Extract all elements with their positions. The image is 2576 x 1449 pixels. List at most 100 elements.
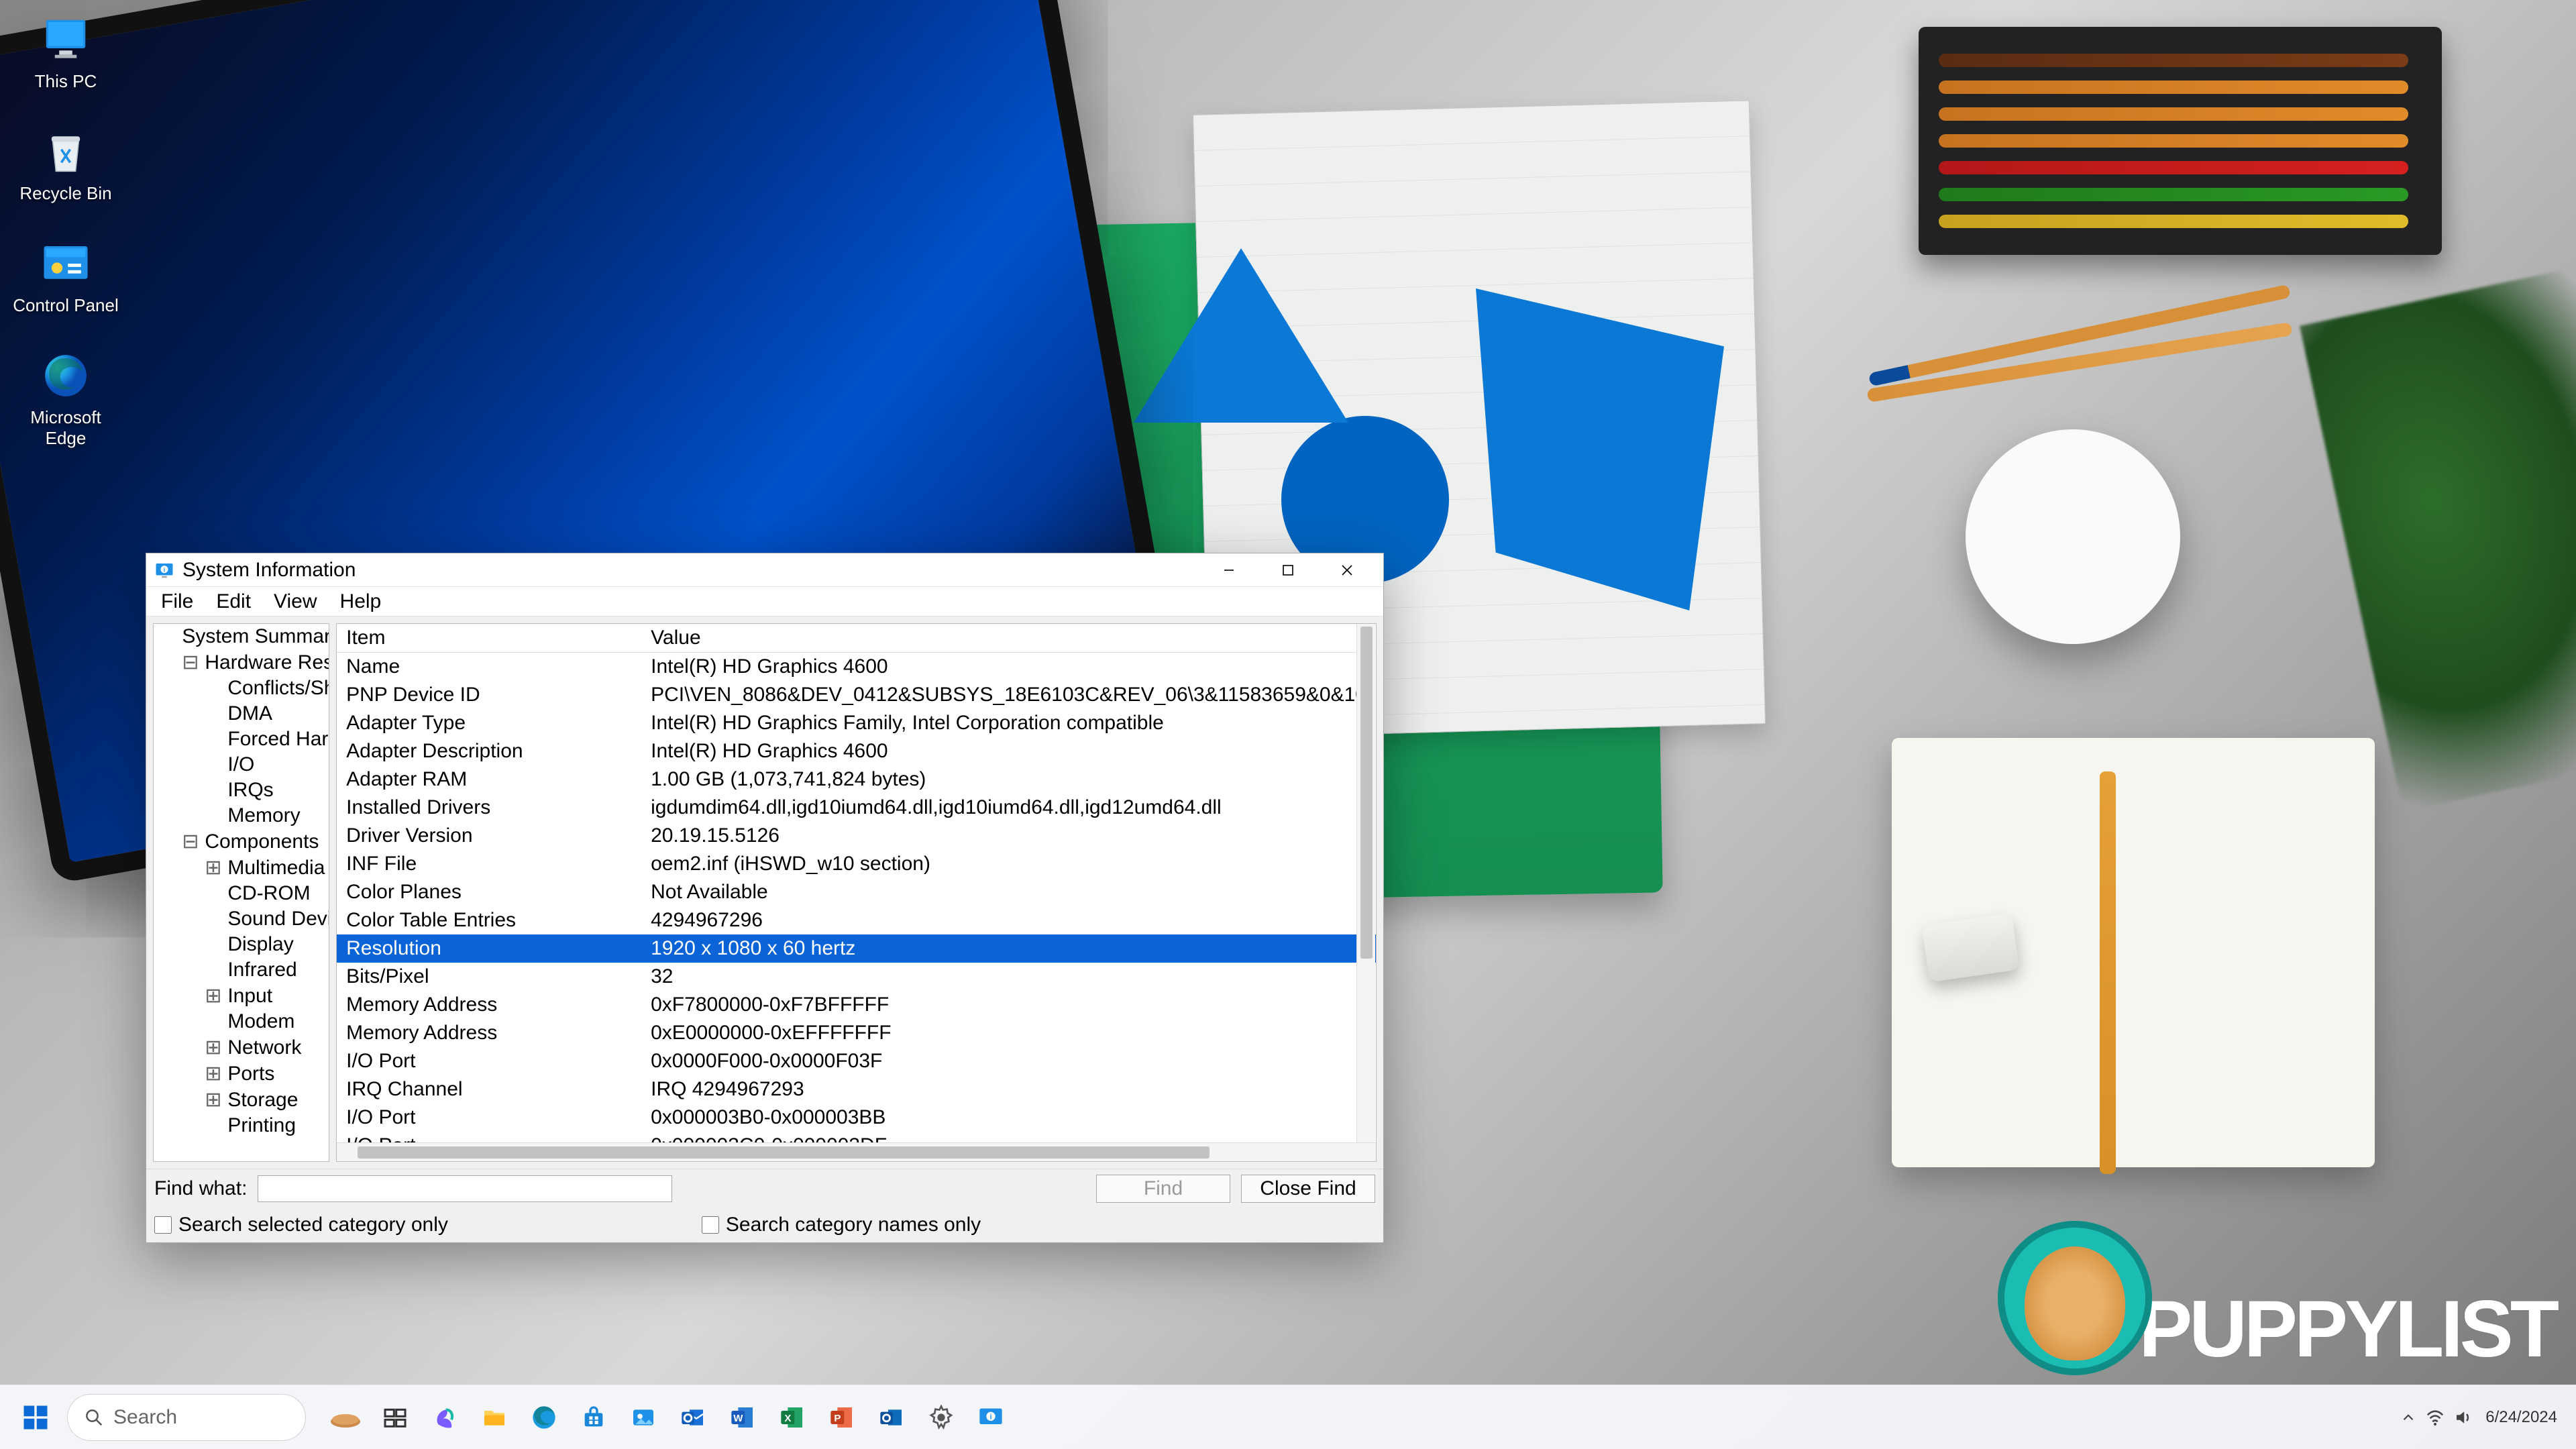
taskbar-app-file-explorer[interactable] (472, 1395, 517, 1440)
taskbar-app-outlook[interactable] (671, 1395, 715, 1440)
taskbar-app-copilot[interactable] (423, 1395, 467, 1440)
tree-item[interactable]: DMA (154, 701, 329, 727)
taskbar-app-photos[interactable] (621, 1395, 665, 1440)
maximize-button[interactable] (1258, 553, 1318, 587)
system-tray[interactable] (2400, 1407, 2473, 1428)
menu-file[interactable]: File (150, 588, 204, 616)
taskbar-app-microsoft-edge[interactable] (522, 1395, 566, 1440)
app-icon: i (153, 559, 176, 582)
list-row[interactable]: Color PlanesNot Available (337, 878, 1376, 906)
horizontal-scrollbar[interactable] (337, 1142, 1376, 1161)
tree-item[interactable]: Memory (154, 803, 329, 828)
svg-text:X: X (784, 1412, 791, 1424)
tree-item[interactable]: Infrared (154, 957, 329, 983)
taskbar-app-excel[interactable]: X (770, 1395, 814, 1440)
search-category-names-only[interactable]: Search category names only (702, 1214, 981, 1236)
tree-item[interactable]: ⊞ Multimedia (154, 855, 329, 881)
list-row[interactable]: Adapter TypeIntel(R) HD Graphics Family,… (337, 709, 1376, 737)
list-row[interactable]: INF Fileoem2.inf (iHSWD_w10 section) (337, 850, 1376, 878)
list-row[interactable]: IRQ ChannelIRQ 4294967293 (337, 1075, 1376, 1104)
desktop-icon-edge[interactable]: Microsoft Edge (11, 348, 121, 449)
titlebar[interactable]: i System Information (146, 553, 1383, 587)
list-row[interactable]: Adapter DescriptionIntel(R) HD Graphics … (337, 737, 1376, 765)
tree-item[interactable]: IRQs (154, 777, 329, 803)
list-body[interactable]: NameIntel(R) HD Graphics 4600PNP Device … (337, 653, 1376, 1142)
list-row[interactable]: Memory Address0xE0000000-0xEFFFFFFF (337, 1019, 1376, 1047)
tree-item[interactable]: ⊞ Ports (154, 1061, 329, 1087)
menu-help[interactable]: Help (329, 588, 392, 616)
minimize-button[interactable] (1199, 553, 1258, 587)
taskbar-app-microsoft-store[interactable] (572, 1395, 616, 1440)
column-header-value[interactable]: Value (641, 624, 1376, 652)
taskbar-clock[interactable]: 6/24/2024 (2485, 1408, 2557, 1427)
list-row[interactable]: Adapter RAM1.00 GB (1,073,741,824 bytes) (337, 765, 1376, 794)
list-row[interactable]: Resolution1920 x 1080 x 60 hertz (337, 934, 1376, 963)
recycle-bin-icon (38, 124, 93, 179)
svg-text:i: i (989, 1413, 991, 1421)
tree-item[interactable]: Printing (154, 1113, 329, 1138)
list-row[interactable]: NameIntel(R) HD Graphics 4600 (337, 653, 1376, 681)
tree-item[interactable]: I/O (154, 752, 329, 777)
tree-item[interactable]: ⊞ Input (154, 983, 329, 1009)
find-input[interactable] (258, 1175, 672, 1202)
list-row[interactable]: I/O Port0x000003B0-0x000003BB (337, 1104, 1376, 1132)
list-row[interactable]: Memory Address0xF7800000-0xF7BFFFFF (337, 991, 1376, 1019)
wifi-icon[interactable] (2425, 1407, 2445, 1428)
dog-logo-icon (1998, 1221, 2152, 1375)
taskbar-app-task-view[interactable] (373, 1395, 417, 1440)
close-button[interactable] (1318, 553, 1377, 587)
taskbar-app-outlook-new[interactable] (869, 1395, 914, 1440)
edge-icon (38, 348, 93, 403)
tree-item[interactable]: Display (154, 932, 329, 957)
monitor-icon (38, 12, 93, 67)
tree-item[interactable]: ⊞ Network (154, 1034, 329, 1061)
vertical-scrollbar[interactable] (1356, 624, 1375, 1142)
svg-text:P: P (834, 1412, 841, 1424)
desktop-icon-control-panel[interactable]: Control Panel (11, 236, 121, 316)
find-button[interactable]: Find (1096, 1175, 1230, 1203)
desktop-icon-this-pc[interactable]: This PC (11, 12, 121, 92)
list-row[interactable]: Installed Driversigdumdim64.dll,igd10ium… (337, 794, 1376, 822)
category-tree[interactable]: System Summary⊟ Hardware Resources Confl… (153, 623, 329, 1162)
tree-item[interactable]: CD-ROM (154, 881, 329, 906)
list-row[interactable]: Driver Version20.19.15.5126 (337, 822, 1376, 850)
taskbar-search[interactable]: Search (67, 1394, 306, 1441)
chevron-up-icon[interactable] (2400, 1409, 2417, 1426)
checkbox[interactable] (702, 1216, 719, 1234)
list-row[interactable]: I/O Port0x000003C0-0x000003DF (337, 1132, 1376, 1142)
tree-item[interactable]: Conflicts/Sharing (154, 676, 329, 701)
list-header[interactable]: Item Value (337, 624, 1376, 653)
taskbar-app-news-widget[interactable] (323, 1395, 368, 1440)
tree-item[interactable]: Sound Device (154, 906, 329, 932)
desktop-icon-label: Microsoft Edge (30, 407, 101, 449)
menu-edit[interactable]: Edit (205, 588, 262, 616)
taskbar-app-powerpoint[interactable]: P (820, 1395, 864, 1440)
tree-item[interactable]: Forced Hardware (154, 727, 329, 752)
tree-item[interactable]: ⊟ Components (154, 828, 329, 855)
volume-icon[interactable] (2453, 1407, 2473, 1428)
tree-item[interactable]: Modem (154, 1009, 329, 1034)
menubar: File Edit View Help (146, 587, 1383, 616)
window-title: System Information (182, 559, 356, 582)
desktop-icon-recycle-bin[interactable]: Recycle Bin (11, 124, 121, 204)
list-row[interactable]: Bits/Pixel32 (337, 963, 1376, 991)
close-find-button[interactable]: Close Find (1241, 1175, 1375, 1203)
taskbar-app-settings[interactable] (919, 1395, 963, 1440)
checkbox[interactable] (154, 1216, 172, 1234)
column-header-item[interactable]: Item (337, 624, 641, 652)
details-list: Item Value NameIntel(R) HD Graphics 4600… (336, 623, 1377, 1162)
list-row[interactable]: I/O Port0x0000F000-0x0000F03F (337, 1047, 1376, 1075)
svg-text:W: W (733, 1412, 743, 1424)
start-button[interactable] (12, 1394, 59, 1441)
tree-item[interactable]: ⊟ Hardware Resources (154, 649, 329, 676)
tree-item[interactable]: System Summary (154, 624, 329, 649)
taskbar-app-word[interactable]: W (720, 1395, 765, 1440)
taskbar-app-system-information[interactable]: i (969, 1395, 1013, 1440)
menu-view[interactable]: View (263, 588, 327, 616)
search-selected-only[interactable]: Search selected category only (154, 1214, 448, 1236)
list-row[interactable]: PNP Device IDPCI\VEN_8086&DEV_0412&SUBSY… (337, 681, 1376, 709)
list-row[interactable]: Color Table Entries4294967296 (337, 906, 1376, 934)
search-icon (84, 1407, 104, 1428)
tree-item[interactable]: ⊞ Storage (154, 1087, 329, 1113)
desktop-icons: This PC Recycle Bin Control Panel Micros… (11, 12, 121, 449)
